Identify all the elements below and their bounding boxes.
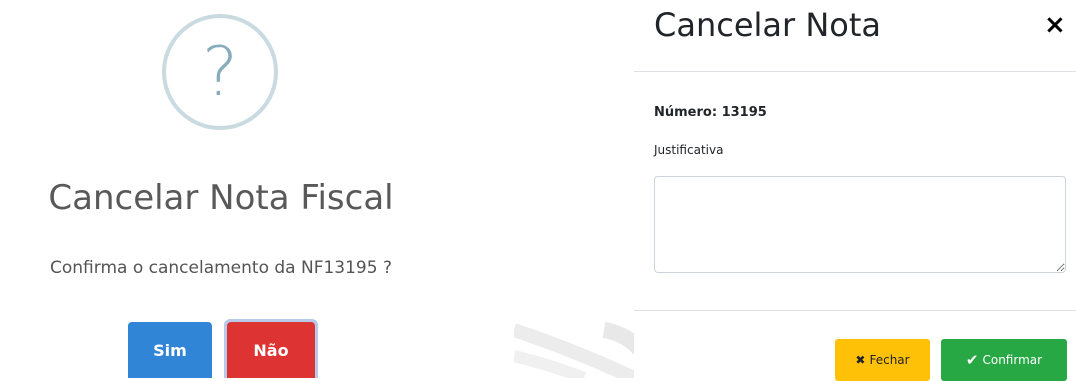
question-mark-glyph: ? (201, 33, 239, 112)
check-icon: ✔ (965, 351, 979, 369)
cancel-button[interactable]: Não (227, 322, 315, 378)
justification-label: Justificativa (654, 143, 724, 157)
close-button[interactable]: ✖ Fechar (835, 339, 930, 381)
x-icon: ✖ (855, 353, 866, 367)
close-icon[interactable]: × (1044, 10, 1066, 40)
confirm-button[interactable]: Sim (128, 322, 212, 378)
alert-actions: Sim Não (128, 319, 318, 378)
cancel-invoice-modal: Cancelar Nota × Número: 13195 Justificat… (634, 0, 1076, 381)
invoice-number-label: Número: 13195 (654, 105, 767, 120)
modal-title: Cancelar Nota (654, 6, 882, 44)
modal-footer: ✖ Fechar ✔ Confirmar (634, 310, 1076, 381)
justification-field[interactable] (654, 176, 1066, 273)
close-button-label: Fechar (869, 353, 910, 367)
confirm-cancellation-label: Confirmar (982, 353, 1043, 367)
cancel-invoice-alert: ? Cancelar Nota Fiscal Confirma o cancel… (0, 0, 520, 378)
background-watermark (514, 290, 654, 378)
alert-message: Confirma o cancelamento da NF13195 ? (50, 258, 392, 278)
confirm-cancellation-button[interactable]: ✔ Confirmar (941, 339, 1067, 381)
alert-title: Cancelar Nota Fiscal (48, 178, 394, 218)
question-icon: ? (162, 14, 278, 130)
modal-header: Cancelar Nota × (634, 0, 1076, 72)
cancel-button-focus-ring: Não (224, 319, 318, 378)
